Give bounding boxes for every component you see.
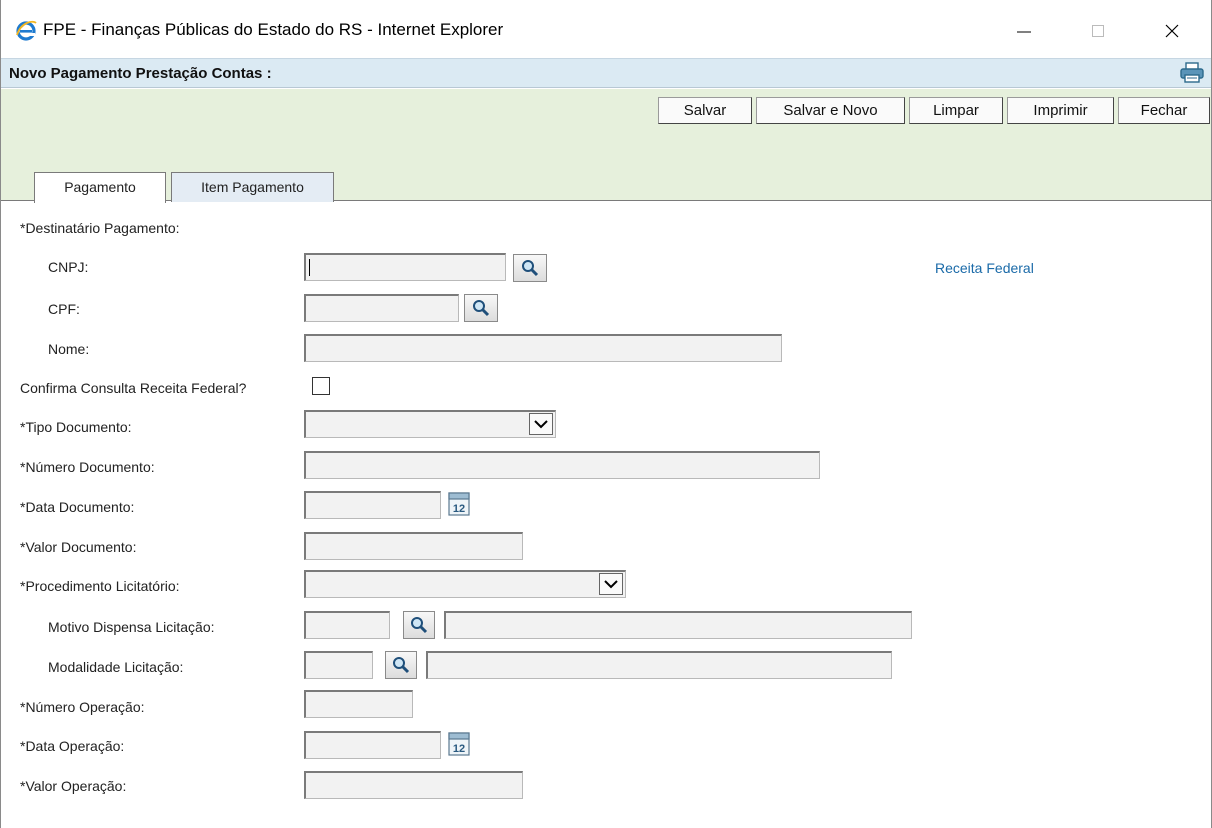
maximize-button[interactable] bbox=[1075, 14, 1121, 48]
modalidade-licitacao-desc-input[interactable] bbox=[426, 651, 892, 679]
chevron-down-icon bbox=[529, 413, 553, 435]
data-operacao-label: *Data Operação: bbox=[20, 738, 125, 754]
numero-documento-input[interactable] bbox=[304, 451, 820, 479]
search-icon bbox=[473, 300, 490, 317]
search-icon bbox=[393, 657, 410, 674]
numero-documento-label: *Número Documento: bbox=[20, 459, 155, 475]
valor-documento-label: *Valor Documento: bbox=[20, 539, 137, 555]
cpf-label: CPF: bbox=[48, 301, 80, 317]
confirma-label: Confirma Consulta Receita Federal? bbox=[20, 380, 247, 396]
close-window-button[interactable] bbox=[1149, 14, 1195, 48]
modalidade-licitacao-search-button[interactable] bbox=[385, 651, 417, 679]
printer-icon[interactable] bbox=[1179, 62, 1205, 84]
calendar-icon-text: 12 bbox=[453, 503, 465, 515]
nome-label: Nome: bbox=[48, 341, 90, 357]
calendar-icon[interactable]: 12 bbox=[448, 732, 470, 756]
window-title: FPE - Finanças Públicas do Estado do RS … bbox=[43, 20, 504, 39]
limpar-button[interactable]: Limpar bbox=[909, 97, 1003, 124]
chevron-down-icon bbox=[599, 573, 623, 595]
valor-operacao-input[interactable] bbox=[304, 771, 523, 799]
data-documento-input[interactable] bbox=[304, 491, 441, 519]
page-header: Novo Pagamento Prestação Contas : bbox=[1, 58, 1211, 88]
confirma-checkbox[interactable] bbox=[312, 377, 330, 395]
cpf-search-button[interactable] bbox=[464, 294, 498, 322]
modalidade-licitacao-label: Modalidade Licitação: bbox=[48, 659, 184, 675]
browser-window: FPE - Finanças Públicas do Estado do RS … bbox=[0, 0, 1212, 828]
salvar-button[interactable]: Salvar bbox=[658, 97, 752, 124]
search-icon bbox=[522, 260, 539, 277]
maximize-icon bbox=[1092, 25, 1104, 37]
valor-operacao-label: *Valor Operação: bbox=[20, 778, 127, 794]
imprimir-button[interactable]: Imprimir bbox=[1007, 97, 1114, 124]
valor-documento-input[interactable] bbox=[304, 532, 523, 560]
tab-item-pagamento[interactable]: Item Pagamento bbox=[171, 172, 334, 202]
tab-pagamento[interactable]: Pagamento bbox=[34, 172, 166, 203]
tipo-documento-label: *Tipo Documento: bbox=[20, 419, 132, 435]
internet-explorer-icon bbox=[16, 20, 37, 41]
tipo-documento-select[interactable] bbox=[304, 410, 556, 438]
numero-operacao-input[interactable] bbox=[304, 690, 413, 718]
cpf-input[interactable] bbox=[304, 294, 459, 322]
calendar-icon[interactable]: 12 bbox=[448, 492, 470, 516]
motivo-dispensa-code-input[interactable] bbox=[304, 611, 390, 639]
numero-operacao-label: *Número Operação: bbox=[20, 699, 145, 715]
cnpj-label: CNPJ: bbox=[48, 259, 89, 275]
cnpj-search-button[interactable] bbox=[513, 254, 547, 282]
search-icon bbox=[411, 617, 428, 634]
motivo-dispensa-label: Motivo Dispensa Licitação: bbox=[48, 619, 215, 635]
procedimento-licitatorio-label: *Procedimento Licitatório: bbox=[20, 578, 180, 594]
procedimento-licitatorio-select[interactable] bbox=[304, 570, 626, 598]
destinatario-label: *Destinatário Pagamento: bbox=[20, 220, 180, 236]
calendar-icon-text: 12 bbox=[453, 743, 465, 755]
modalidade-licitacao-code-input[interactable] bbox=[304, 651, 373, 679]
data-documento-label: *Data Documento: bbox=[20, 499, 135, 515]
cnpj-input[interactable] bbox=[304, 253, 506, 281]
close-icon bbox=[1165, 24, 1179, 38]
fechar-button[interactable]: Fechar bbox=[1118, 97, 1210, 124]
motivo-dispensa-search-button[interactable] bbox=[403, 611, 435, 639]
title-bar: FPE - Finanças Públicas do Estado do RS … bbox=[1, 0, 1211, 56]
minimize-button[interactable] bbox=[1001, 14, 1047, 48]
minimize-icon bbox=[1017, 31, 1031, 33]
data-operacao-input[interactable] bbox=[304, 731, 441, 759]
page-title: Novo Pagamento Prestação Contas : bbox=[9, 65, 272, 82]
salvar-e-novo-button[interactable]: Salvar e Novo bbox=[756, 97, 905, 124]
motivo-dispensa-desc-input[interactable] bbox=[444, 611, 912, 639]
receita-federal-link[interactable]: Receita Federal bbox=[935, 260, 1034, 276]
nome-input[interactable] bbox=[304, 334, 782, 362]
